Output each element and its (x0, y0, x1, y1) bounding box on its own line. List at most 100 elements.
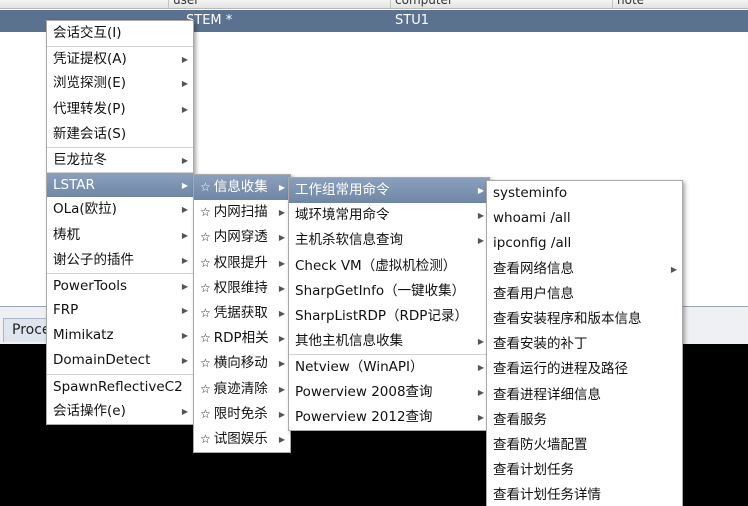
submenu-arrow-icon: ▶ (278, 258, 285, 268)
session-computer-cell: STU1 (395, 13, 429, 28)
star-icon: ☆ (200, 356, 211, 371)
column-header-note[interactable]: note (612, 0, 748, 8)
workgroup-menu-item-5[interactable]: 查看安装程序和版本信息 (487, 307, 682, 332)
main-menu-item-0[interactable]: 会话交互(I) (47, 21, 193, 46)
main-menu-item-6[interactable]: LSTAR ▶ (47, 172, 193, 198)
submenu-arrow-icon: ▶ (477, 387, 484, 397)
info-menu-item-2[interactable]: 主机杀软信息查询 ▶ (289, 228, 489, 253)
lstar-menu-item-1[interactable]: ☆ 内网扫描 ▶ (194, 200, 290, 225)
menu-item-label: 查看运行的进程及路径 (493, 361, 628, 378)
lstar-menu-item-9[interactable]: ☆ 限时免杀 ▶ (194, 402, 290, 427)
main-menu-item-8[interactable]: 梼杌 ▶ (47, 223, 193, 248)
submenu-arrow-icon: ▶ (477, 211, 484, 221)
main-menu-item-3[interactable]: 代理转发(P) ▶ (47, 97, 193, 122)
submenu-arrow-icon: ▶ (477, 412, 484, 422)
workgroup-menu-item-1[interactable]: whoami /all (487, 206, 682, 231)
lstar-menu-item-10[interactable]: ☆ 试图娱乐 ▶ (194, 427, 290, 452)
workgroup-menu-item-2[interactable]: ipconfig /all (487, 231, 682, 256)
column-header-computer[interactable]: computer (390, 0, 612, 8)
lstar-menu-item-6[interactable]: ☆ RDP相关 ▶ (194, 326, 290, 351)
workgroup-commands-submenu: systeminfo whoami /all ipconfig /all 查看网络信息… (486, 180, 683, 506)
lstar-menu-item-7[interactable]: ☆ 横向移动 ▶ (194, 351, 290, 376)
main-menu-item-9[interactable]: 谢公子的插件 ▶ (47, 248, 193, 273)
main-menu-item-11[interactable]: FRP ▶ (47, 298, 193, 323)
menu-item-label: 查看进程详细信息 (493, 386, 601, 403)
menu-item-label: Mimikatz (53, 327, 114, 344)
lstar-submenu: ☆ 信息收集 ▶ ☆ 内网扫描 ▶ ☆ 内网穿透 ▶ ☆ 权限提升 ▶ ☆ 权限维持 ▶ ☆ 凭据获取 ▶ ☆ RDP… (193, 174, 291, 454)
menu-item-label: 痕迹清除 (213, 380, 268, 397)
info-menu-item-4[interactable]: SharpGetInfo（一键收集） (289, 279, 489, 304)
lstar-menu-item-8[interactable]: ☆ 痕迹清除 ▶ (194, 377, 290, 402)
workgroup-menu-item-9[interactable]: 查看服务 (487, 408, 682, 433)
submenu-arrow-icon: ▶ (181, 356, 188, 366)
info-menu-item-8[interactable]: Powerview 2008查询 ▶ (289, 380, 489, 405)
submenu-arrow-icon: ▶ (477, 363, 484, 373)
session-context-menu: 会话交互(I) 凭证提权(A) ▶ 浏览探测(E) ▶ 代理转发(P) ▶ 新建会话(S) 巨龙… (46, 20, 194, 425)
menu-item-label: Netview（WinAPI） (295, 359, 424, 376)
workgroup-menu-item-3[interactable]: 查看网络信息 ▶ (487, 257, 682, 282)
submenu-arrow-icon: ▶ (477, 236, 484, 246)
main-menu-item-2[interactable]: 浏览探测(E) ▶ (47, 71, 193, 96)
star-icon: ☆ (200, 180, 211, 194)
info-menu-item-3[interactable]: Check VM（虚拟机检测） (289, 254, 489, 279)
lstar-menu-item-0[interactable]: ☆ 信息收集 ▶ (194, 175, 290, 201)
star-icon: ☆ (200, 205, 211, 220)
main-menu-item-4[interactable]: 新建会话(S) (47, 122, 193, 147)
menu-item-label: 限时免杀 (213, 405, 268, 422)
info-menu-item-5[interactable]: SharpListRDP（RDP记录） (289, 304, 489, 329)
main-menu-item-5[interactable]: 巨龙拉冬 ▶ (47, 146, 193, 172)
info-menu-item-9[interactable]: Powerview 2012查询 ▶ (289, 405, 489, 430)
info-menu-item-6[interactable]: 其他主机信息收集 ▶ (289, 329, 489, 354)
menu-item-label: SharpGetInfo（一键收集） (295, 282, 466, 299)
menu-item-label: 查看网络信息 (493, 260, 574, 277)
info-menu-item-0[interactable]: 工作组常用命令 ▶ (289, 178, 489, 204)
lstar-menu-item-4[interactable]: ☆ 权限维持 ▶ (194, 276, 290, 301)
main-menu-item-13[interactable]: DomainDetect ▶ (47, 348, 193, 373)
submenu-arrow-icon: ▶ (278, 283, 285, 293)
menu-item-label: 浏览探测(E) (53, 75, 127, 92)
menu-item-label: 域环境常用命令 (295, 207, 390, 224)
menu-item-label: 内网穿透 (213, 229, 268, 246)
submenu-arrow-icon: ▶ (477, 186, 484, 195)
column-header-user[interactable]: user (168, 0, 390, 8)
main-menu-item-12[interactable]: Mimikatz ▶ (47, 323, 193, 348)
lstar-menu-item-5[interactable]: ☆ 凭据获取 ▶ (194, 301, 290, 326)
info-menu-item-7[interactable]: Netview（WinAPI） ▶ (289, 354, 489, 379)
workgroup-menu-item-4[interactable]: 查看用户信息 (487, 282, 682, 307)
menu-item-label: 会话交互(I) (53, 25, 122, 41)
submenu-arrow-icon: ▶ (477, 337, 484, 347)
submenu-arrow-icon: ▶ (278, 233, 285, 243)
info-collection-submenu: 工作组常用命令 ▶ 域环境常用命令 ▶ 主机杀软信息查询 ▶ Check VM（虚拟机检测）… (288, 177, 490, 431)
menu-item-label: 横向移动 (213, 355, 268, 372)
star-icon: ☆ (200, 230, 211, 245)
workgroup-menu-item-0[interactable]: systeminfo (487, 181, 682, 206)
workgroup-menu-item-8[interactable]: 查看进程详细信息 (487, 383, 682, 408)
workgroup-menu-item-12[interactable]: 查看计划任务详情 (487, 483, 682, 506)
menu-item-label: 谢公子的插件 (53, 251, 134, 268)
main-menu-item-10[interactable]: PowerTools ▶ (47, 272, 193, 298)
menu-item-label: 凭据获取 (213, 304, 268, 321)
menu-item-label: 权限提升 (213, 254, 268, 271)
menu-item-label: Check VM（虚拟机检测） (295, 257, 457, 274)
workgroup-menu-item-7[interactable]: 查看运行的进程及路径 (487, 357, 682, 382)
main-menu-item-14[interactable]: SpawnReflectiveC2 (47, 373, 193, 399)
menu-item-label: 试图娱乐 (213, 430, 268, 447)
star-icon: ☆ (200, 280, 211, 295)
workgroup-menu-item-6[interactable]: 查看安装的补丁 (487, 332, 682, 357)
submenu-arrow-icon: ▶ (181, 406, 188, 416)
submenu-arrow-icon: ▶ (278, 334, 285, 344)
submenu-arrow-icon: ▶ (181, 230, 188, 240)
main-menu-item-1[interactable]: 凭证提权(A) ▶ (47, 46, 193, 71)
session-table-header: user computer note (0, 0, 748, 9)
main-menu-item-7[interactable]: OLa(欧拉) ▶ (47, 197, 193, 222)
menu-item-label: LSTAR (53, 177, 95, 194)
star-icon: ☆ (200, 331, 211, 346)
lstar-menu-item-2[interactable]: ☆ 内网穿透 ▶ (194, 225, 290, 250)
info-menu-item-1[interactable]: 域环境常用命令 ▶ (289, 203, 489, 228)
menu-item-label: systeminfo (493, 185, 568, 201)
menu-item-label: FRP (53, 302, 79, 319)
workgroup-menu-item-10[interactable]: 查看防火墙配置 (487, 433, 682, 458)
workgroup-menu-item-11[interactable]: 查看计划任务 (487, 458, 682, 483)
main-menu-item-15[interactable]: 会话操作(e) ▶ (47, 399, 193, 424)
lstar-menu-item-3[interactable]: ☆ 权限提升 ▶ (194, 251, 290, 276)
